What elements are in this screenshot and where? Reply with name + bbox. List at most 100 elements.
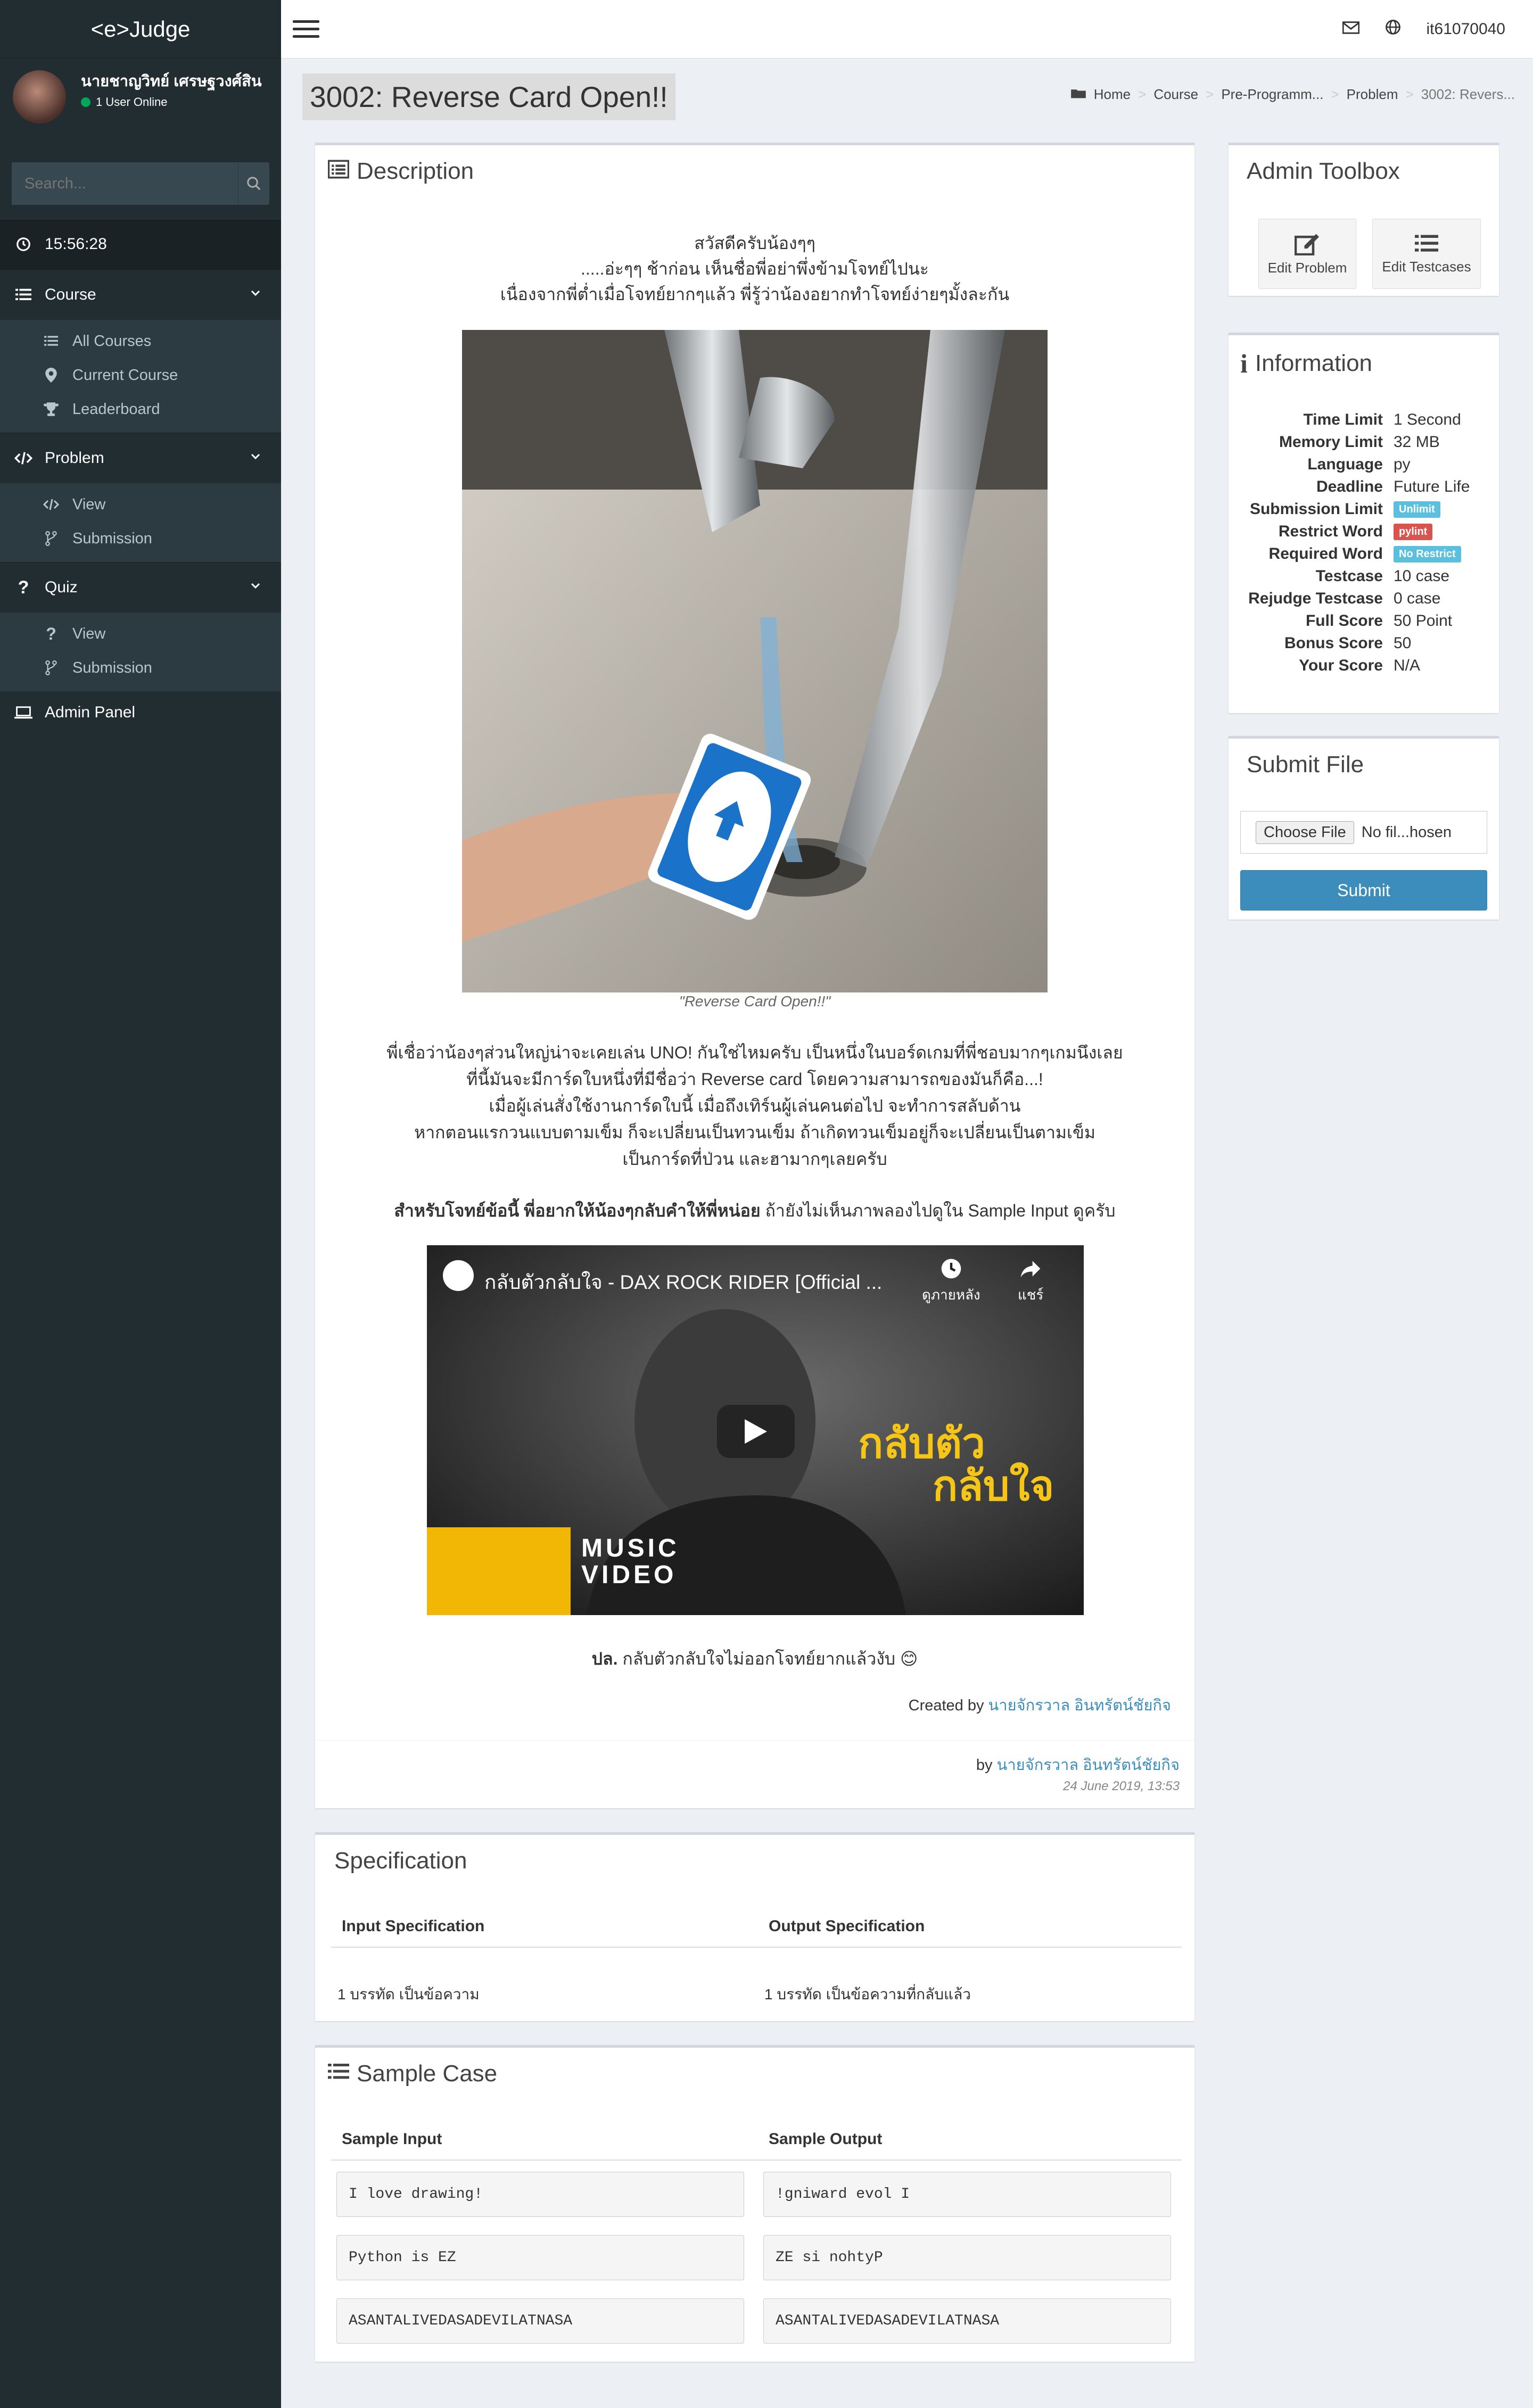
code-icon xyxy=(40,499,62,510)
info-row: Deadline Future Life xyxy=(1229,476,1499,498)
info-value: Unlimit xyxy=(1394,501,1440,518)
sidebar-item-problem-view[interactable]: View xyxy=(0,487,281,522)
output-spec-value: 1 บรรทัด เป็นข้อความที่กลับแล้ว xyxy=(764,1986,971,2002)
created-by: Created by นายจักรวาล อินทรัตน์ชัยกิจ xyxy=(908,1697,1171,1714)
sidebar: <e>Judge นายชาญวิทย์ เศรษฐวงศ์สิน 1 User… xyxy=(0,0,281,2408)
dashboard-icon xyxy=(1070,86,1086,103)
play-button[interactable] xyxy=(717,1405,795,1458)
sample-output-2: ZE si nohtyP xyxy=(763,2235,1171,2280)
watch-later-button[interactable]: ดูภายหลัง xyxy=(922,1257,980,1306)
quiz-submenu: ? View Submission xyxy=(0,613,281,691)
output-spec-header: Output Specification xyxy=(769,1917,925,1935)
online-status-dot-icon xyxy=(81,97,90,107)
file-input[interactable]: Choose File No fil...hosen xyxy=(1240,811,1487,854)
sidebar-toggle-icon[interactable] xyxy=(293,20,319,38)
avatar xyxy=(13,70,66,123)
info-value: No Restrict xyxy=(1394,545,1461,562)
search-input[interactable] xyxy=(12,162,238,205)
specification-title: Specification xyxy=(334,1848,467,1874)
toolbox-title: Admin Toolbox xyxy=(1247,158,1400,184)
information-box: i Information Time Limit 1 Second Memory L… xyxy=(1229,333,1499,713)
info-key: Your Score xyxy=(1299,657,1383,674)
sample-header: Sample Case xyxy=(328,2061,497,2087)
info-row: Your Score N/A xyxy=(1229,655,1499,677)
sidebar-item-quiz-view[interactable]: ? View xyxy=(0,617,281,651)
description-intro: สวัสดีครับน้องๆๆ .....อ่ะๆๆ ช้าก่อน เห็น… xyxy=(500,234,1010,304)
edit-icon xyxy=(1295,234,1319,255)
info-value: 0 case xyxy=(1394,590,1441,607)
info-value: py xyxy=(1394,456,1411,473)
info-value: Future Life xyxy=(1394,478,1470,495)
sidebar-item-admin-panel[interactable]: Admin Panel xyxy=(0,691,281,734)
breadcrumb-home[interactable]: Home xyxy=(1094,86,1131,103)
breadcrumb-course-name[interactable]: Pre-Programm... xyxy=(1221,86,1323,103)
info-icon: i xyxy=(1240,349,1248,378)
sidebar-item-label: Course xyxy=(45,286,96,303)
info-value: N/A xyxy=(1394,657,1421,674)
edit-problem-button[interactable]: Edit Problem xyxy=(1258,219,1356,289)
map-marker-icon xyxy=(40,368,62,383)
question-icon: ? xyxy=(46,624,56,643)
breadcrumb-problem[interactable]: Problem xyxy=(1347,86,1398,103)
sidebar-item-problem-submission[interactable]: Submission xyxy=(0,522,281,556)
share-button[interactable]: แชร์ xyxy=(1018,1257,1043,1306)
info-row: Restrict Word pylint xyxy=(1229,520,1499,543)
description-header: Description xyxy=(327,158,474,185)
breadcrumb-course[interactable]: Course xyxy=(1153,86,1198,103)
description-ps: ปล. กลับตัวกลับใจไม่ออกโจทย์ยากแล้วงับ 😊 xyxy=(591,1649,918,1668)
description-title: Description xyxy=(357,158,474,184)
info-row: Testcase 10 case xyxy=(1229,565,1499,587)
envelope-icon[interactable] xyxy=(1342,20,1359,38)
info-key: Bonus Score xyxy=(1284,634,1383,652)
admin-toolbox: Admin Toolbox Edit Problem Edit Testcase… xyxy=(1229,143,1499,296)
sidebar-item-quiz-submission[interactable]: Submission xyxy=(0,651,281,685)
choose-file-button[interactable]: Choose File xyxy=(1256,821,1354,844)
sample-input-1: I love drawing! xyxy=(336,2172,744,2217)
author-link[interactable]: นายจักรวาล อินทรัตน์ชัยกิจ xyxy=(988,1697,1171,1714)
app-logo[interactable]: <e>Judge xyxy=(0,0,281,59)
clock-icon xyxy=(7,236,39,252)
channel-avatar[interactable] xyxy=(443,1260,474,1291)
info-row: Required Word No Restrict xyxy=(1229,543,1499,565)
poster-link[interactable]: นายจักรวาล อินทรัตน์ชัยกิจ xyxy=(997,1757,1180,1774)
sample-output-header: Sample Output xyxy=(769,2130,883,2148)
info-value: 50 Point xyxy=(1394,612,1453,630)
info-key: Language xyxy=(1307,456,1383,473)
share-icon xyxy=(1020,1261,1041,1278)
sidebar-search xyxy=(12,162,269,205)
info-key: Deadline xyxy=(1316,478,1383,495)
code-icon xyxy=(7,451,39,465)
sidebar-item-quiz[interactable]: ? Quiz xyxy=(0,562,281,613)
info-row: Rejudge Testcase 0 case xyxy=(1229,587,1499,610)
globe-icon[interactable] xyxy=(1385,19,1401,39)
clock-icon xyxy=(941,1259,961,1279)
content-header: 3002: Reverse Card Open!! Home > Course … xyxy=(281,59,1533,130)
music-video-logo xyxy=(427,1527,571,1615)
edit-testcases-button[interactable]: Edit Testcases xyxy=(1372,219,1481,289)
specification-box: Specification Input Specification Output… xyxy=(315,1832,1194,2021)
problem-submenu: View Submission xyxy=(0,483,281,562)
sidebar-item-leaderboard[interactable]: Leaderboard xyxy=(0,392,281,426)
info-value: pylint xyxy=(1394,523,1433,540)
sidebar-item-course[interactable]: Course xyxy=(0,269,281,320)
sidebar-item-problem[interactable]: Problem xyxy=(0,433,281,483)
list-icon xyxy=(7,288,39,302)
information-header: i Information xyxy=(1240,349,1373,378)
info-row: Full Score 50 Point xyxy=(1229,610,1499,632)
list-icon xyxy=(40,335,62,347)
description-task: สำหรับโจทย์ข้อนี้ พี่อยากให้น้องๆกลับคำใ… xyxy=(394,1201,1116,1220)
chevron-down-icon xyxy=(249,286,262,304)
youtube-video-embed[interactable]: กลับตัวกลับใจ - DAX ROCK RIDER [Official… xyxy=(427,1245,1084,1615)
submit-title: Submit File xyxy=(1247,751,1364,777)
submit-button[interactable]: Submit xyxy=(1240,870,1487,911)
sidebar-item-all-courses[interactable]: All Courses xyxy=(0,324,281,358)
video-title[interactable]: กลับตัวกลับใจ - DAX ROCK RIDER [Official… xyxy=(484,1267,882,1298)
information-list: Time Limit 1 Second Memory Limit 32 MB Langu… xyxy=(1229,409,1499,677)
user-menu[interactable]: it61070040 xyxy=(1427,20,1505,38)
clock-time: 15:56:28 xyxy=(45,235,107,253)
search-button[interactable] xyxy=(238,162,269,205)
info-row: Time Limit 1 Second xyxy=(1229,409,1499,431)
sidebar-item-current-course[interactable]: Current Course xyxy=(0,358,281,392)
submit-file-box: Submit File Choose File No fil...hosen S… xyxy=(1229,736,1499,920)
image-caption: "Reverse Card Open!!" xyxy=(679,993,831,1009)
